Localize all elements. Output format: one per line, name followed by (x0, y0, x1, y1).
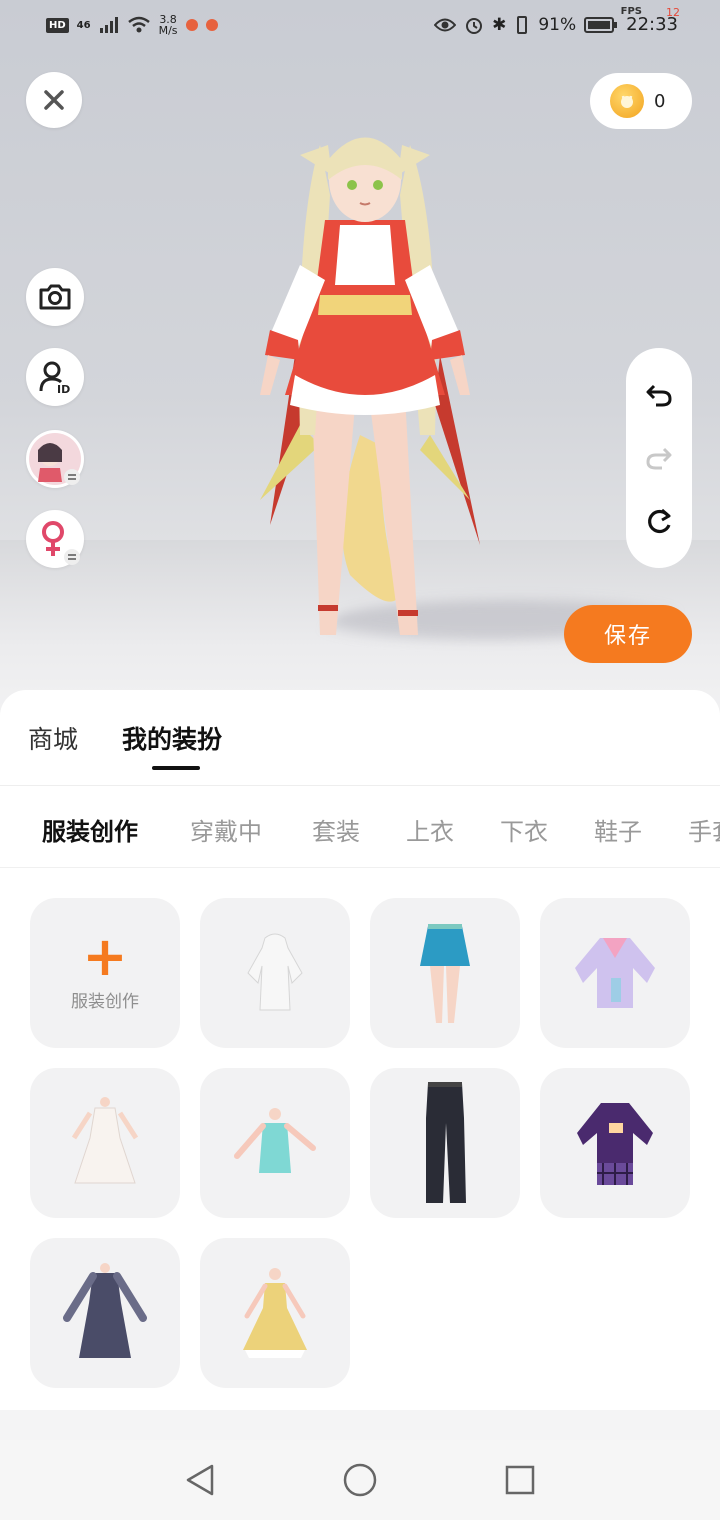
coin-icon (610, 84, 644, 118)
outfit-item[interactable] (30, 1068, 180, 1218)
avatar-character[interactable] (240, 105, 500, 665)
purple-plaid-outfit-icon (577, 1103, 653, 1185)
white-hoodie-dress-icon (247, 933, 303, 1011)
coin-balance[interactable]: 0 (590, 73, 692, 129)
create-outfit-tile[interactable]: + 服装创作 (30, 898, 180, 1048)
save-button[interactable]: 保存 (564, 605, 692, 663)
app-notification-icon (185, 19, 198, 31)
outfit-item[interactable] (370, 898, 520, 1048)
outfit-item[interactable] (370, 1068, 520, 1218)
tab-gloves[interactable]: 手套 (688, 812, 720, 847)
hd-indicator: HD (46, 17, 69, 33)
recents-square-icon (505, 1465, 535, 1495)
edit-history-panel (626, 348, 692, 568)
tab-outfit-creation[interactable]: 服装创作 (42, 812, 138, 847)
vibrate-icon (517, 15, 528, 34)
lavender-sailor-top-icon (575, 938, 655, 1008)
switch-character-button[interactable] (26, 430, 84, 488)
camera-icon (39, 284, 71, 310)
tab-my-outfits[interactable]: 我的装扮 (122, 720, 222, 756)
redo-icon[interactable] (644, 443, 674, 473)
home-button[interactable] (340, 1460, 380, 1500)
character-thumbnail-icon (29, 433, 81, 485)
outfit-item[interactable] (540, 898, 690, 1048)
yellow-ball-gown-icon (243, 1268, 307, 1358)
net-speed-unit: M/s (158, 24, 178, 37)
alarm-icon (466, 17, 483, 34)
close-button[interactable] (26, 72, 82, 128)
plus-icon: + (82, 924, 128, 988)
outfit-item[interactable] (200, 898, 350, 1048)
tab-wearing[interactable]: 穿戴中 (190, 812, 262, 847)
undo-icon[interactable] (644, 380, 674, 410)
back-triangle-icon (186, 1464, 214, 1496)
close-icon (44, 90, 64, 110)
blue-pleated-skirt-icon (420, 924, 470, 1023)
outfit-item[interactable] (30, 1238, 180, 1388)
status-bar: HD 46 3.8 M/s FPS 12 ✱ 91% 22:33 (0, 0, 720, 58)
network-type: 46 (76, 19, 91, 31)
create-outfit-label: 服装创作 (71, 991, 139, 1012)
tab-tops[interactable]: 上衣 (406, 812, 454, 847)
active-tab-indicator (152, 766, 200, 770)
teal-corset-top-icon (234, 1108, 316, 1173)
black-flared-pants-icon (426, 1082, 466, 1203)
outfit-panel: 商城 我的装扮 服装创作 穿戴中 套装 上衣 下衣 鞋子 手套 + 服装创作 (0, 690, 720, 1410)
battery-percent: 91% (538, 14, 577, 35)
navy-long-dress-icon (63, 1263, 147, 1358)
outfit-item[interactable] (540, 1068, 690, 1218)
coin-count: 0 (654, 90, 666, 112)
outfit-item[interactable] (200, 1238, 350, 1388)
app-notification-icon (205, 19, 218, 31)
tab-shoes[interactable]: 鞋子 (594, 812, 642, 847)
wifi-icon (127, 16, 150, 33)
clock-time: 22:33 (626, 14, 678, 35)
tab-sets[interactable]: 套装 (312, 812, 360, 847)
tab-bottoms[interactable]: 下衣 (500, 812, 548, 847)
female-icon (42, 521, 80, 565)
recents-button[interactable] (500, 1460, 540, 1500)
main-tabs: 商城 我的装扮 (0, 690, 720, 786)
user-id-icon: ID (39, 361, 70, 394)
camera-button[interactable] (26, 268, 84, 326)
white-frilly-dress-icon (71, 1097, 139, 1184)
category-tabs: 服装创作 穿戴中 套装 上衣 下衣 鞋子 手套 (0, 786, 720, 868)
eye-icon (434, 18, 457, 31)
tab-shop[interactable]: 商城 (28, 720, 78, 756)
system-nav-bar (0, 1440, 720, 1520)
avatar-id-button[interactable]: ID (26, 348, 84, 406)
signal-icon (99, 17, 118, 33)
gender-switch-button[interactable] (26, 510, 84, 568)
outfit-item[interactable] (200, 1068, 350, 1218)
avatar-stage[interactable]: HD 46 3.8 M/s FPS 12 ✱ 91% 22:33 0 ID 保存 (0, 0, 720, 720)
home-circle-icon (343, 1463, 377, 1497)
battery-icon (584, 16, 618, 33)
bluetooth-icon: ✱ (492, 14, 507, 35)
reset-icon[interactable] (644, 506, 674, 536)
svg-text:ID: ID (57, 383, 70, 394)
back-button[interactable] (180, 1460, 220, 1500)
